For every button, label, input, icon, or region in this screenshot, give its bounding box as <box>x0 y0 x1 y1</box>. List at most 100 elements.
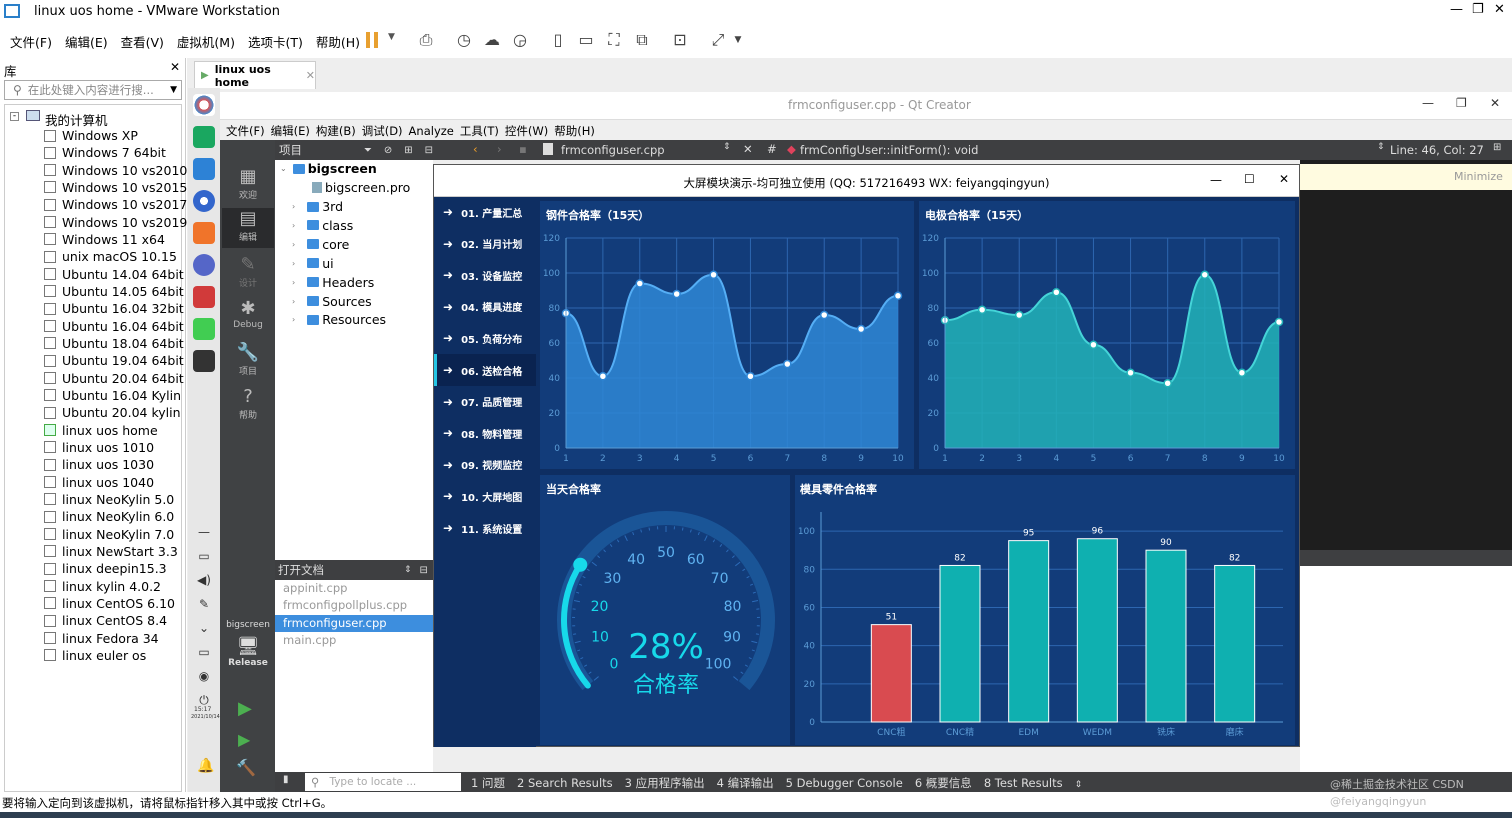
app-icon-settings[interactable] <box>193 254 215 276</box>
close-icon[interactable]: ✕ <box>1279 172 1289 186</box>
app-icon-blue[interactable] <box>193 158 215 180</box>
sort-icon[interactable]: ⇕ <box>1075 780 1083 790</box>
machine-item[interactable]: linux NeoKylin 5.0 <box>44 491 174 508</box>
project-folder[interactable]: › 3rd <box>292 199 343 214</box>
machine-item[interactable]: linux CentOS 8.4 <box>44 612 167 629</box>
machine-item[interactable]: Windows 10 vs2019 <box>44 214 187 231</box>
machine-item[interactable]: Ubuntu 14.05 64bit <box>44 283 184 300</box>
nav-item[interactable]: ➜ 11. 系统设置 <box>443 513 522 543</box>
line-col[interactable]: Line: 46, Col: 27 <box>1390 143 1484 157</box>
machine-item[interactable]: Windows XP <box>44 127 138 144</box>
nav-item[interactable]: ➜ 04. 模具进度 <box>443 292 522 322</box>
machine-item[interactable]: Ubuntu 20.04 kylin <box>44 404 181 421</box>
thumbnail-icon[interactable]: ▭ <box>576 30 596 50</box>
open-doc-selected[interactable]: frmconfiguser.cpp <box>283 616 387 630</box>
mode-design[interactable]: ✎ 设计 <box>222 254 274 289</box>
sort-icon[interactable]: ⇕ <box>1377 142 1385 152</box>
menu-help[interactable]: 帮助(H) <box>316 32 360 51</box>
forward-icon[interactable]: › <box>497 142 502 156</box>
qt-creator-icon[interactable] <box>193 318 215 340</box>
close-icon[interactable]: ✕ <box>1490 96 1500 110</box>
nav-item[interactable]: ➜ 06. 送检合格 <box>443 355 522 385</box>
kit-selector[interactable]: 🖥 Release <box>222 636 274 668</box>
vm-tab[interactable]: ▶ linux uos home ✕ <box>194 61 316 89</box>
machine-item[interactable]: Ubuntu 19.04 64bit <box>44 352 184 369</box>
machine-item[interactable]: linux euler os <box>44 647 146 664</box>
run-icon[interactable]: ▶ <box>238 698 252 719</box>
qt-menu-help[interactable]: 帮助(H) <box>554 123 595 139</box>
project-folder[interactable]: › Resources <box>292 312 386 327</box>
close-file-icon[interactable]: ✕ <box>743 142 753 156</box>
tab-compile-output[interactable]: 4 编译输出 <box>717 775 774 791</box>
qt-menu-file[interactable]: 文件(F) <box>226 123 265 139</box>
split-icon[interactable]: ⊞ <box>1493 142 1501 153</box>
qt-menu-controls[interactable]: 控件(W) <box>505 123 548 139</box>
chevron-down-icon[interactable]: ▼ <box>728 30 748 50</box>
pro-file[interactable]: bigscreen.pro <box>312 180 410 195</box>
machine-item[interactable]: linux NeoKylin 6.0 <box>44 508 174 525</box>
locator-input[interactable]: Type to locate ... <box>329 776 416 788</box>
minimize-icon[interactable]: — <box>1210 173 1222 187</box>
machine-item[interactable]: linux deepin15.3 <box>44 560 167 577</box>
mode-help[interactable]: ? 帮助 <box>222 386 274 421</box>
mode-welcome[interactable]: ▦ 欢迎 <box>222 166 274 201</box>
maximize-icon[interactable]: ☐ <box>1244 172 1255 186</box>
collapse-icon[interactable]: - <box>10 112 19 121</box>
tab-summary[interactable]: 6 概要信息 <box>915 775 972 791</box>
maximize-icon[interactable]: ❐ <box>1456 96 1467 110</box>
console-icon[interactable]: ⊡ <box>670 30 690 50</box>
qt-menu-build[interactable]: 构建(B) <box>316 123 356 139</box>
stretch-icon[interactable]: ⤢ <box>708 30 728 50</box>
machine-item[interactable]: linux CentOS 6.10 <box>44 595 175 612</box>
tab-issues[interactable]: 1 问题 <box>471 775 505 791</box>
close-icon[interactable]: ✕ <box>170 60 180 74</box>
close-pane-icon[interactable]: ⊟ <box>425 145 433 156</box>
machine-item[interactable]: linux uos 1010 <box>44 439 154 456</box>
machine-item[interactable]: linux kylin 4.0.2 <box>44 578 161 595</box>
machine-item[interactable]: linux NewStart 3.3 <box>44 543 178 560</box>
build-icon[interactable]: 🔨 <box>236 758 256 777</box>
sidebar-toggle-icon[interactable]: ▯ <box>548 30 568 50</box>
machine-item[interactable]: linux uos 1040 <box>44 474 154 491</box>
machine-item[interactable]: Ubuntu 16.04 64bit <box>44 318 184 335</box>
machine-item[interactable]: Ubuntu 16.04 Kylin <box>44 387 181 404</box>
machine-item[interactable]: Windows 7 64bit <box>44 144 166 161</box>
function-selector[interactable]: frmConfigUser::initForm(): void <box>800 143 978 157</box>
project-folder[interactable]: › Sources <box>292 294 372 309</box>
nav-item[interactable]: ➜ 09. 视频监控 <box>443 450 522 480</box>
app-icon-green[interactable] <box>193 126 215 148</box>
machine-item[interactable]: linux uos home <box>44 422 158 439</box>
revert-snapshot-icon[interactable]: ☁ <box>482 30 502 50</box>
file-selector[interactable]: frmconfiguser.cpp <box>561 143 665 157</box>
snapshot-icon[interactable]: ◷ <box>454 30 474 50</box>
machine-item[interactable]: Windows 10 vs2010 <box>44 162 187 179</box>
unity-icon[interactable]: ⧉ <box>632 30 652 50</box>
machine-item[interactable]: Ubuntu 14.04 64bit <box>44 266 184 283</box>
project-folder[interactable]: › core <box>292 237 349 252</box>
chevron-down-icon[interactable]: ▼ <box>170 85 177 95</box>
link-icon[interactable]: ⊘ <box>384 145 392 156</box>
machine-item[interactable]: Ubuntu 20.04 64bit <box>44 370 184 387</box>
nav-item[interactable]: ➜ 07. 品质管理 <box>443 387 522 417</box>
filter-icon[interactable]: ⏷ <box>364 145 372 156</box>
locator[interactable]: ⚲ Type to locate ... <box>305 773 461 791</box>
qt-menu-debug[interactable]: 调试(D) <box>362 123 403 139</box>
close-icon[interactable]: ✕ <box>1494 2 1505 17</box>
menu-edit[interactable]: 编辑(E) <box>65 32 108 51</box>
qt-menu-tools[interactable]: 工具(T) <box>460 123 499 139</box>
minimize-icon[interactable]: — <box>1422 96 1434 110</box>
library-search[interactable]: ⚲ 在此处键入内容进行搜... ▼ <box>4 80 182 100</box>
menu-file[interactable]: 文件(F) <box>10 32 52 51</box>
menu-vm[interactable]: 虚拟机(M) <box>177 32 235 51</box>
project-folder[interactable]: › Headers <box>292 275 374 290</box>
app-icon-terminal[interactable] <box>193 350 215 372</box>
pause-icon[interactable] <box>366 32 370 48</box>
nav-item[interactable]: ➜ 03. 设备监控 <box>443 260 522 290</box>
minimize-icon[interactable]: — <box>1450 2 1463 17</box>
qt-menu-edit[interactable]: 编辑(E) <box>271 123 310 139</box>
machine-item[interactable]: Ubuntu 16.04 32bit <box>44 300 184 317</box>
machine-item[interactable]: Windows 10 vs2017 <box>44 196 187 213</box>
menu-tabs[interactable]: 选项卡(T) <box>248 32 303 51</box>
split-icon[interactable]: ⊟ <box>420 565 428 576</box>
nav-item[interactable]: ➜ 08. 物料管理 <box>443 418 522 448</box>
